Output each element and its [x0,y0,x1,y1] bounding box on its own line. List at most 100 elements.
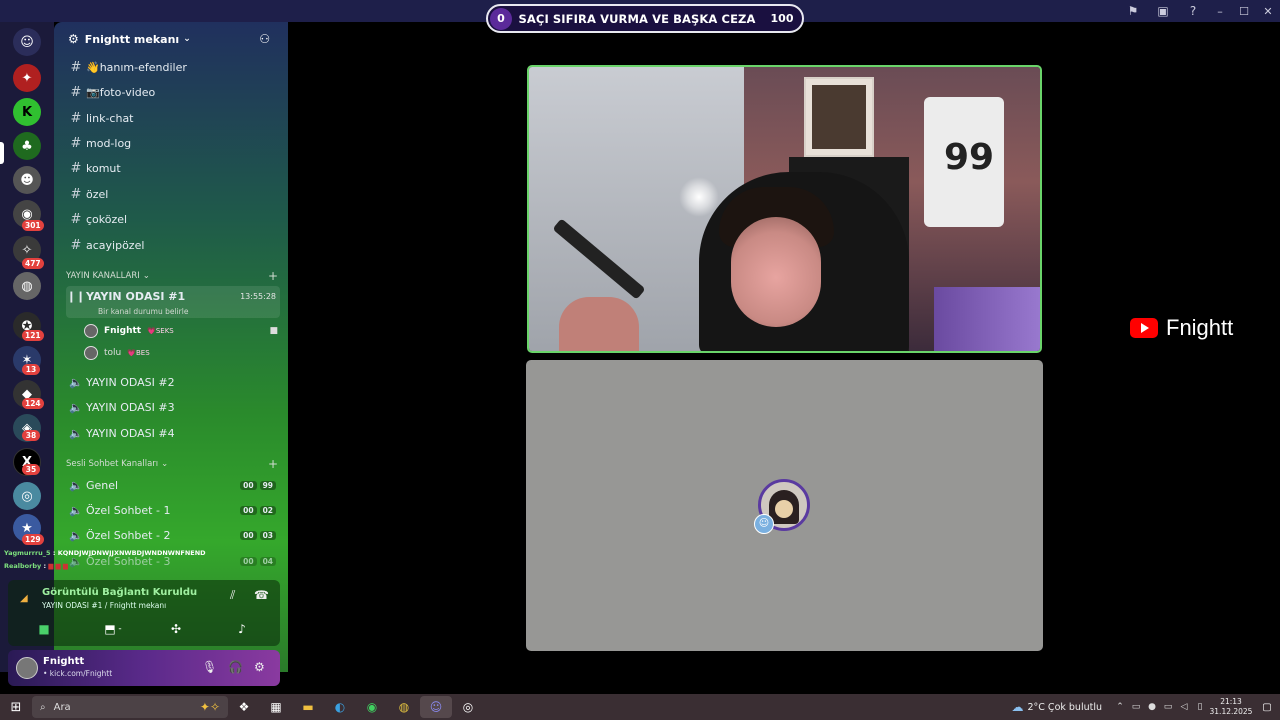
disconnect-icon[interactable]: ☎ [254,588,269,602]
speaker-icon: 🔈 [69,478,83,492]
activities-button[interactable]: ✣ [148,618,204,640]
close-button[interactable]: ✕ [1256,5,1280,18]
chevron-down-icon: ⌄ [142,271,150,281]
user-name[interactable]: Fnightt [43,656,84,667]
connection-status[interactable]: Görüntülü Bağlantı Kuruldu [42,587,197,598]
add-channel-icon[interactable]: + [268,457,278,471]
text-channel[interactable]: # özel [66,183,280,205]
edge-icon[interactable]: ◐ [324,696,356,718]
text-channel[interactable]: # 📷foto-video [66,81,280,103]
speaker-icon: 🔈 [69,528,83,542]
store-icon[interactable]: ▦ [260,696,292,718]
soundboard-button[interactable]: ♪ [214,618,270,640]
voice-channel[interactable]: 🔈 YAYIN ODASI #2 [66,371,280,393]
unread-badge: 124 [22,398,44,409]
text-channel[interactable]: # mod-log [66,132,280,154]
file-explorer-icon[interactable]: ▬ [292,696,324,718]
user-max: 04 [259,556,276,566]
minimize-button[interactable]: – [1208,5,1232,18]
speaker-icon: 🔈 [69,503,83,517]
network-icon[interactable]: ▭ [1160,702,1176,712]
text-channel[interactable]: # çoközel [66,208,280,230]
user-limit: 00 03 [240,530,276,540]
discord-taskbar-icon[interactable]: ☺ [420,696,452,718]
voice-channel[interactable]: 🔈 Özel Sohbet - 2 00 03 [66,524,280,546]
text-channel[interactable]: # 👋hanım-efendiler [66,56,280,78]
hash-icon: # [70,59,82,75]
text-channel[interactable]: # komut [66,157,280,179]
channel-status[interactable]: Bir kanal durumu belirle [98,307,188,316]
unread-badge: 35 [22,464,40,475]
voice-channel[interactable]: 🔈 Özel Sohbet - 1 00 02 [66,499,280,521]
server-header[interactable]: ⚙ Fnightt mekanı ⌄ ⚇ [68,30,278,48]
clock[interactable]: 21:13 31.12.2025 [1208,697,1254,717]
search-icon: ⌕ [40,701,46,713]
copilot-icon[interactable]: ❖ [228,696,260,718]
hash-icon: # [70,160,82,176]
kick-server-icon[interactable]: K [13,98,41,126]
speaker-icon: 🔈 [69,426,83,440]
text-channel[interactable]: # acayipözel [66,234,280,256]
chevron-up-icon[interactable]: ⌃ [1112,702,1128,712]
microphone-tray-icon[interactable]: ● [1144,702,1160,712]
category-label: Sesli Sohbet Kanalları [66,459,159,469]
chat-text: : KQNDJWJDNWJJXNWBDJWNDNWNFNEND [52,549,206,557]
device-icon[interactable]: ▭ [1128,702,1144,712]
voice-user[interactable]: Fnightt 💗SEKS ■ [84,322,278,340]
stream-goal-banner: 0 SAÇI SIFIRA VURMA VE BAŞKA CEZA 100 [486,4,804,33]
system-tray: ☁ 2°C Çok bulutlu ⌃ ▭ ● ▭ ◁ ▯ 21:13 31.1… [1011,694,1280,720]
channel-label: 👋hanım-efendiler [86,60,187,74]
windows-start-icon[interactable]: ⊞ [0,700,32,715]
voice-channel[interactable]: 🔈 YAYIN ODASI #4 [66,422,280,444]
search-box[interactable]: ⌕ Ara ✦✧ [32,696,228,718]
category-stream[interactable]: YAYIN KANALLARI ⌄ + [66,269,278,283]
discord-home-icon[interactable]: ☺ [13,28,41,56]
sparkle-icon: ✦✧ [199,700,220,714]
obs-icon[interactable]: ◎ [452,696,484,718]
chrome-icon[interactable]: ◍ [388,696,420,718]
banner-text: SAÇI SIFIRA VURMA VE BAŞKA CEZA [518,11,756,26]
server-icon[interactable]: ☻ [13,166,41,194]
user-limit: 00 04 [240,556,276,566]
settings-gear-icon[interactable]: ⚙ [254,660,265,674]
user-max: 99 [259,480,276,490]
channel-label: Özel Sohbet - 2 [86,528,171,542]
hash-icon: # [70,211,82,227]
volume-icon[interactable]: ◁ [1176,702,1192,712]
chat-message: Realborby : ▆ ▆ ▆ [4,562,68,570]
maximize-button[interactable]: ☐ [1232,5,1256,18]
camera-button[interactable]: ■ [16,618,72,640]
flag-icon[interactable]: ⚑ [1118,4,1148,18]
screen: Fnightt mekanı ⚑ ▣ ? – ☐ ✕ 0 SAÇI SIFIRA… [0,0,1280,720]
voice-channel[interactable]: 🔈 YAYIN ODASI #3 [66,396,280,418]
voice-channel-active[interactable]: ❙❙ YAYIN ODASI #1 13:55:28 Bir kanal dur… [66,286,280,318]
text-channel[interactable]: # link-chat [66,107,280,129]
screen-share-icon[interactable]: ▣ [1148,4,1178,18]
add-member-icon[interactable]: ⚇ [259,32,270,46]
help-icon[interactable]: ? [1178,4,1208,18]
user-max: 02 [259,505,276,515]
weather-text[interactable]: 2°C Çok bulutlu [1027,702,1102,713]
avatar[interactable] [16,657,38,679]
add-channel-icon[interactable]: + [268,269,278,283]
video-tile-camera[interactable]: 99 [527,65,1042,353]
connection-location[interactable]: YAYIN ODASI #1 / Fnightt mekanı [42,601,166,610]
banner-right-count: 100 [770,12,794,25]
microphone-icon[interactable]: 🎙 [202,660,217,674]
notifications-icon[interactable]: ▢ [1254,702,1280,713]
noise-suppression-icon[interactable]: ⫽ [230,588,235,603]
battery-icon[interactable]: ▯ [1192,702,1208,712]
voice-channel[interactable]: 🔈 Genel 00 99 [66,474,280,496]
headphones-icon[interactable]: 🎧 [228,660,243,674]
server-icon[interactable]: ◎ [13,482,41,510]
server-icon[interactable]: ♣ [13,132,41,160]
category-voice[interactable]: Sesli Sohbet Kanalları ⌄ + [66,457,278,471]
whatsapp-icon[interactable]: ◉ [356,696,388,718]
voice-user[interactable]: tolu 💗BES [84,344,278,362]
server-icon[interactable]: ✦ [13,64,41,92]
chevron-down-icon: ⌄ [183,34,191,44]
server-icon[interactable]: ◍ [13,272,41,300]
channel-label: mod-log [86,136,132,150]
clock-date: 31.12.2025 [1209,707,1253,716]
channel-timer: 13:55:28 [240,292,276,301]
